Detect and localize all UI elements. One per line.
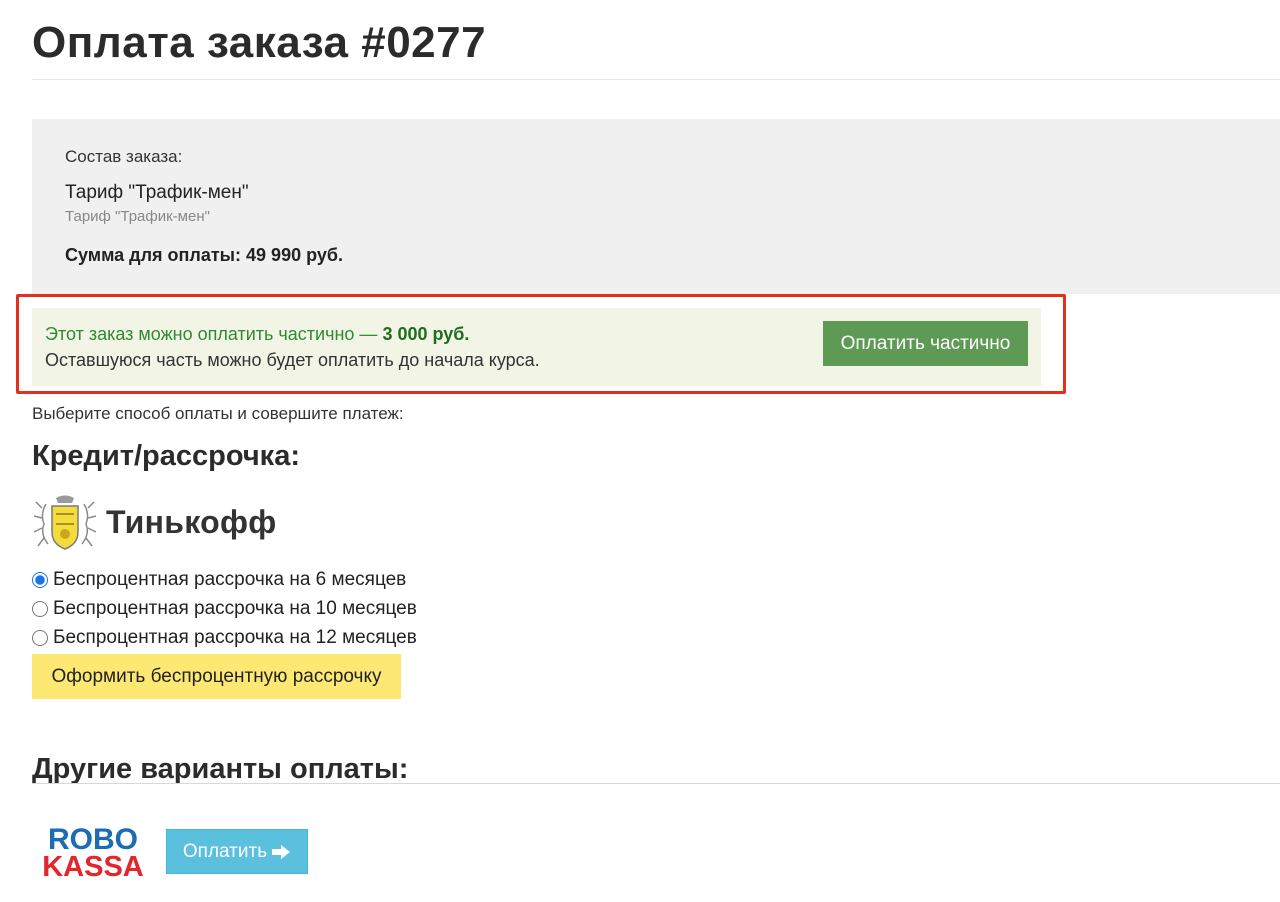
tinkoff-logo: Тинькофф xyxy=(32,494,276,554)
pay-partially-button[interactable]: Оплатить частично xyxy=(823,321,1028,366)
pay-robokassa-button[interactable]: Оплатить xyxy=(166,829,308,874)
robokassa-line2: KASSA xyxy=(42,851,144,880)
installment-label-12: Беспроцентная рассрочка на 12 месяцев xyxy=(53,627,417,648)
installment-radio-10[interactable] xyxy=(32,601,48,617)
title-divider xyxy=(32,79,1280,80)
partial-text-prefix: Этот заказ можно оплатить частично — xyxy=(45,324,383,344)
installment-radio-12[interactable] xyxy=(32,630,48,646)
tinkoff-name: Тинькофф xyxy=(106,504,277,540)
installment-radio-6[interactable] xyxy=(32,572,48,588)
choose-method-text: Выберите способ оплаты и совершите плате… xyxy=(32,404,404,423)
arrow-right-icon xyxy=(272,844,291,859)
partial-payment-text: Этот заказ можно оплатить частично — 3 0… xyxy=(45,324,469,345)
order-label: Состав заказа: xyxy=(65,147,183,166)
installment-label-10: Беспроцентная рассрочка на 10 месяцев xyxy=(53,598,417,619)
other-methods-heading: Другие варианты оплаты: xyxy=(32,753,409,785)
credit-heading: Кредит/рассрочка: xyxy=(32,440,300,472)
order-item-name: Тариф "Трафик-мен" xyxy=(65,182,249,203)
order-item-subtitle: Тариф "Трафик-мен" xyxy=(65,208,210,225)
robokassa-logo: ROBO KASSA xyxy=(42,824,144,880)
partial-remaining-text: Оставшуюся часть можно будет оплатить до… xyxy=(45,350,540,370)
installment-option-10[interactable]: Беспроцентная рассрочка на 10 месяцев xyxy=(32,598,417,620)
pay-button-label: Оплатить xyxy=(182,840,268,862)
order-total: Сумма для оплаты: 49 990 руб. xyxy=(65,245,343,265)
other-methods-divider xyxy=(32,783,1280,784)
installment-option-12[interactable]: Беспроцентная рассрочка на 12 месяцев xyxy=(32,627,417,649)
partial-payment-panel: Этот заказ можно оплатить частично — 3 0… xyxy=(32,308,1041,386)
apply-installment-button[interactable]: Оформить беспроцентную рассрочку xyxy=(32,654,401,699)
installment-option-6[interactable]: Беспроцентная рассрочка на 6 месяцев xyxy=(32,569,406,591)
tinkoff-emblem-icon xyxy=(33,495,97,550)
order-summary: Состав заказа: Тариф "Трафик-мен" Тариф … xyxy=(32,119,1280,294)
installment-label-6: Беспроцентная рассрочка на 6 месяцев xyxy=(53,569,407,590)
partial-amount: 3 000 руб. xyxy=(382,324,470,344)
page-title: Оплата заказа #0277 xyxy=(32,18,487,67)
